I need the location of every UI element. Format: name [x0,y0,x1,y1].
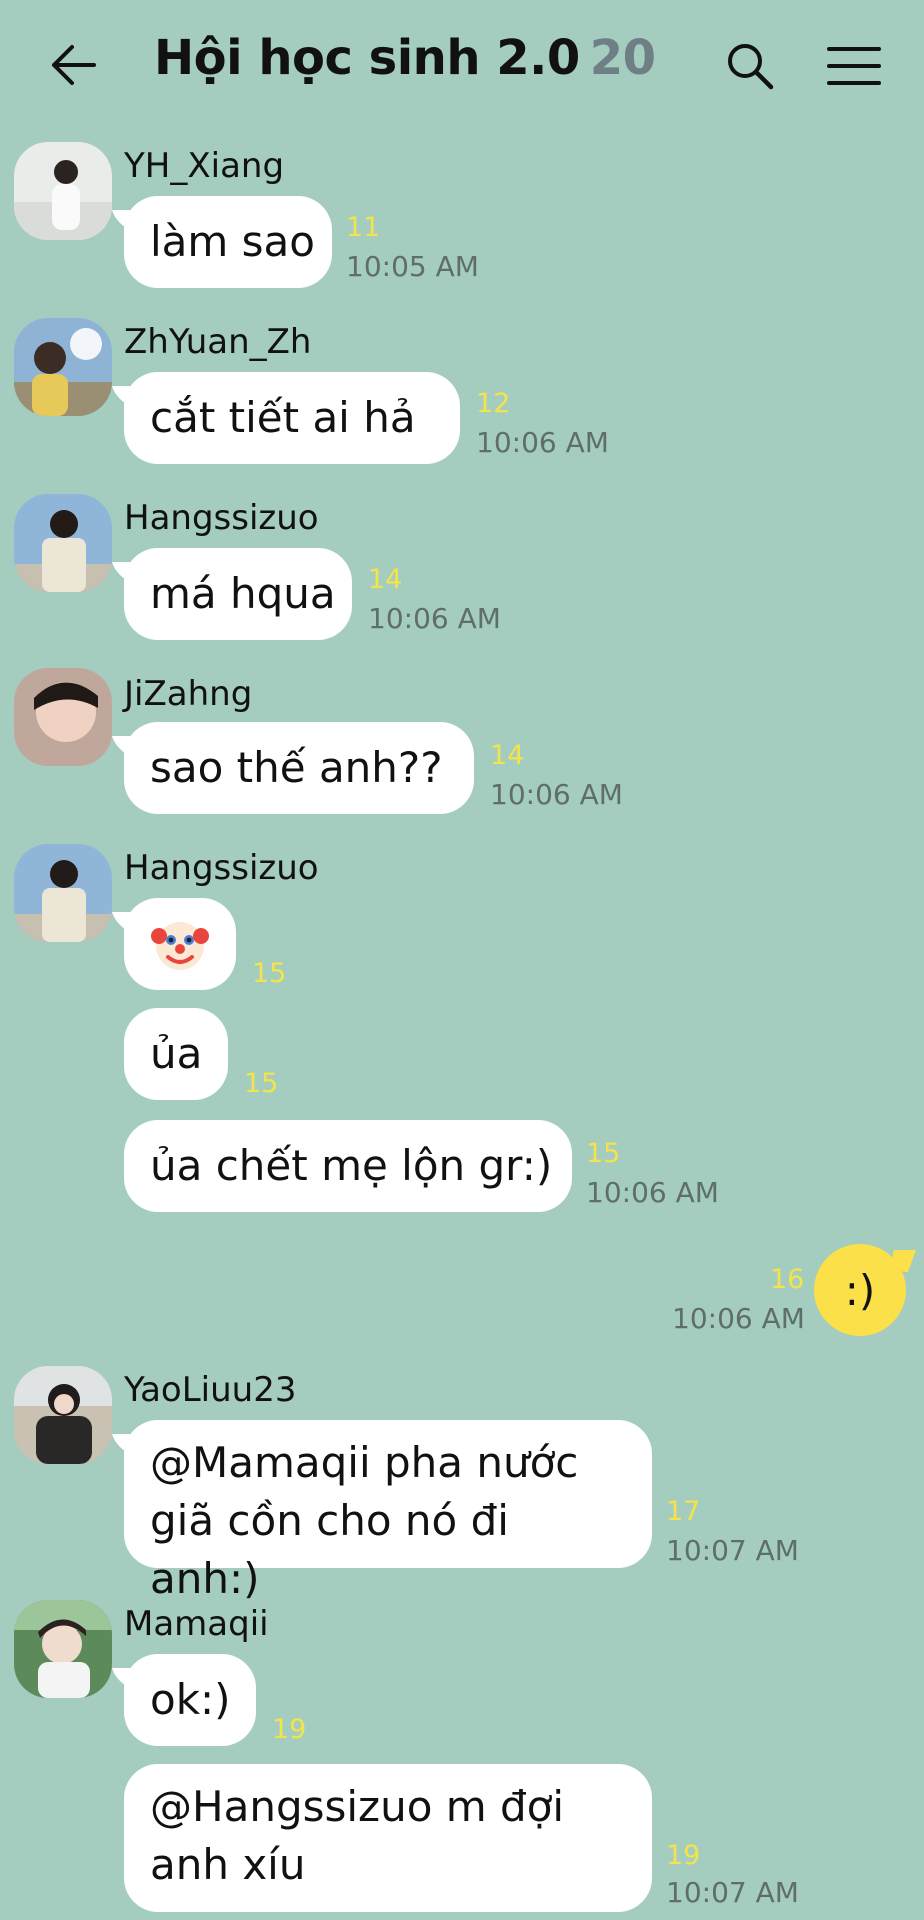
message-time: 10:06 AM [490,778,623,811]
read-count: 17 [666,1496,701,1527]
message-bubble[interactable]: ủa chết mẹ lộn gr:) [124,1120,572,1212]
read-count: 14 [490,740,525,771]
read-count: 19 [666,1840,701,1871]
message-bubble[interactable]: ok:) [124,1654,256,1746]
my-message-bubble[interactable]: :) [814,1244,906,1336]
message-time: 10:06 AM [672,1302,805,1335]
avatar[interactable] [14,142,112,240]
message-line: anh xíu [150,1840,306,1889]
message-time: 10:07 AM [666,1876,799,1909]
chat-header: Hội học sinh 2.0 20 [0,0,924,130]
read-count: 15 [252,958,287,989]
message-line: giã cồn cho nó đi anh:) [150,1496,509,1603]
message-bubble[interactable]: @Hangssizuo m đợi anh xíu [124,1764,652,1912]
message-time: 10:06 AM [586,1176,719,1209]
read-count: 15 [586,1138,621,1169]
sender-name: Mamaqii [124,1604,269,1644]
message-time: 10:06 AM [476,426,609,459]
sender-name: YH_Xiang [124,146,285,186]
message-bubble[interactable]: ủa [124,1008,228,1100]
menu-button[interactable] [824,38,884,94]
read-count: 15 [244,1068,279,1099]
avatar[interactable] [14,494,112,592]
read-count: 14 [368,564,403,595]
message-bubble[interactable]: má hqua [124,548,352,640]
message-bubble[interactable]: làm sao [124,196,332,288]
chat-title: Hội học sinh 2.0 20 [154,30,656,86]
group-name: Hội học sinh 2.0 [154,30,580,86]
read-count: 19 [272,1714,307,1745]
search-button[interactable] [718,36,782,96]
sender-name: Hangssizuo [124,498,319,538]
sender-name: JiZahng [124,674,253,714]
sender-name: Hangssizuo [124,848,319,888]
avatar[interactable] [14,318,112,416]
read-count: 11 [346,212,381,243]
back-button[interactable] [44,36,104,94]
avatar[interactable] [14,668,112,766]
sender-name: ZhYuan_Zh [124,322,312,362]
message-time: 10:07 AM [666,1534,799,1567]
search-icon [728,44,774,90]
sender-name: YaoLiuu23 [124,1370,297,1410]
arrow-left-icon [52,45,96,85]
message-line: @Mamaqii pha nước [150,1438,579,1487]
message-bubble[interactable]: @Mamaqii pha nước giã cồn cho nó đi anh:… [124,1420,652,1603]
clown-face-emoji [151,922,209,970]
message-bubble[interactable]: cắt tiết ai hả [124,372,460,464]
avatar[interactable] [14,1366,112,1464]
message-time: 10:06 AM [368,602,501,635]
hamburger-menu-icon [827,47,881,85]
member-count: 20 [589,30,656,86]
message-bubble[interactable]: sao thế anh?? [124,722,474,814]
avatar[interactable] [14,844,112,942]
message-time: 10:05 AM [346,250,479,283]
message-line: @Hangssizuo m đợi [150,1782,565,1831]
message-bubble[interactable] [124,898,236,990]
read-count: 16 [770,1264,805,1295]
read-count: 12 [476,388,511,419]
avatar[interactable] [14,1600,112,1698]
